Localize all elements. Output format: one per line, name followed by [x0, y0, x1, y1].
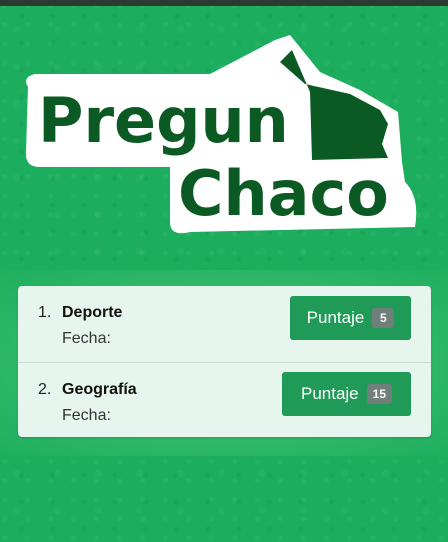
- score-button[interactable]: Puntaje 5: [290, 296, 411, 340]
- list-item: 2. Geografía Fecha: Puntaje 15: [18, 362, 431, 437]
- logo-line-1: Pregun: [38, 84, 289, 157]
- results-list: 1. Deporte Fecha: Puntaje 5 2. Geografía…: [18, 286, 431, 437]
- item-number: 1.: [38, 304, 52, 321]
- item-title: Deporte: [62, 304, 123, 321]
- score-button-label: Puntaje: [300, 384, 359, 403]
- item-title: Geografía: [62, 381, 137, 398]
- score-badge: 5: [372, 308, 395, 328]
- item-number: 2.: [38, 381, 52, 398]
- item-date-label: Fecha:: [62, 330, 111, 347]
- score-button-label: Puntaje: [306, 308, 365, 327]
- logo-line-2: Chaco: [178, 157, 389, 230]
- score-badge: 15: [366, 384, 393, 404]
- score-button[interactable]: Puntaje 15: [282, 372, 411, 416]
- item-date-label: Fecha:: [62, 407, 111, 424]
- status-bar: [0, 0, 448, 6]
- list-item: 1. Deporte Fecha: Puntaje 5: [18, 286, 431, 361]
- app-logo: Pregun Chaco: [20, 32, 424, 237]
